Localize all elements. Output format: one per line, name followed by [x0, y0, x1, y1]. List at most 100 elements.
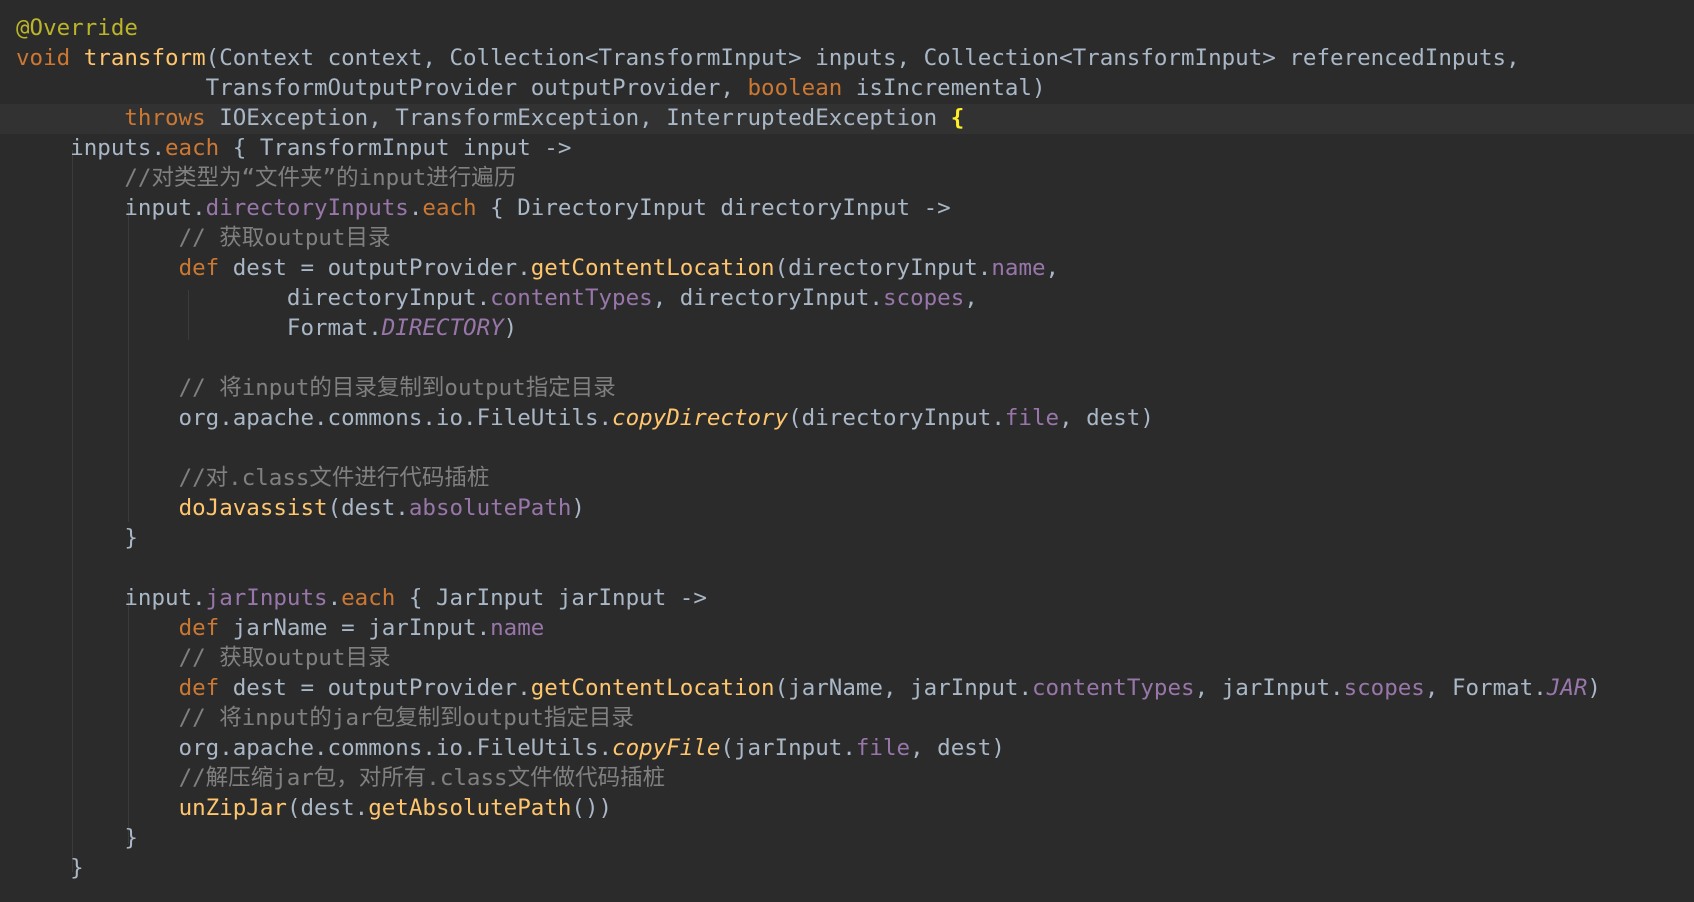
comment-token: //对.class文件进行代码插桩 [178, 465, 490, 491]
code-token: , [964, 285, 978, 311]
code-line[interactable]: // 将input的jar包复制到output指定目录 [16, 703, 1601, 733]
code-line[interactable]: Format.DIRECTORY) [16, 313, 1601, 343]
code-token: (directoryInput. [788, 405, 1005, 431]
code-line[interactable]: TransformOutputProvider outputProvider, … [16, 73, 1601, 103]
code-token: } [16, 825, 138, 851]
method-token: getContentLocation [530, 255, 775, 281]
code-line[interactable] [16, 343, 1601, 373]
code-line[interactable]: org.apache.commons.io.FileUtils.copyDire… [16, 403, 1601, 433]
code-token: ) [571, 495, 585, 521]
code-token: , directoryInput. [652, 285, 883, 311]
code-token: TransformOutputProvider outputProvider, [16, 75, 748, 101]
code-token: (directoryInput. [774, 255, 992, 281]
code-token: (jarInput. [720, 735, 856, 761]
code-editor[interactable]: @Override void transform(Context context,… [0, 0, 1694, 902]
code-token: . [408, 195, 423, 221]
matched-brace: { [950, 105, 965, 131]
keyword-token: throws [124, 105, 206, 131]
code-line[interactable]: // 将input的目录复制到output指定目录 [16, 373, 1601, 403]
keyword-token: each [422, 195, 477, 221]
comment-token: //解压缩jar包，对所有.class文件做代码插桩 [178, 765, 666, 791]
code-token: jarName = jarInput. [219, 615, 491, 641]
code-line[interactable]: } [16, 853, 1601, 883]
code-token: directoryInput. [16, 285, 491, 311]
method-token: unZipJar [178, 795, 287, 821]
property-token: directoryInputs [205, 195, 409, 221]
code-line[interactable]: inputs.each { TransformInput input -> [16, 133, 1601, 163]
code-line[interactable]: void transform(Context context, Collecti… [16, 43, 1601, 73]
static-method-token: copyDirectory [612, 405, 789, 431]
comment-token: // 将input的目录复制到output指定目录 [178, 375, 616, 401]
comment-token: //对类型为“文件夹”的input进行遍历 [124, 165, 517, 191]
code-token: (dest. [286, 795, 369, 821]
code-line[interactable]: def dest = outputProvider.getContentLoca… [16, 253, 1601, 283]
property-token: jarInputs [205, 585, 328, 611]
method-token: getContentLocation [530, 675, 775, 701]
code-token: ()) [571, 795, 613, 821]
code-token: , [1045, 255, 1060, 281]
code-line[interactable]: input.directoryInputs.each { DirectoryIn… [16, 193, 1601, 223]
code-line[interactable]: } [16, 523, 1601, 553]
code-line[interactable]: doJavassist(dest.absolutePath) [16, 493, 1601, 523]
code-token: } [16, 525, 138, 551]
code-token: (Context context, Collection<TransformIn… [205, 45, 1520, 71]
code-line[interactable]: // 获取output目录 [16, 643, 1601, 673]
code-line[interactable]: def dest = outputProvider.getContentLoca… [16, 673, 1601, 703]
code-line[interactable]: throws IOException, TransformException, … [16, 103, 1601, 133]
code-token: (jarName, jarInput. [774, 675, 1032, 701]
code-line[interactable]: //对.class文件进行代码插桩 [16, 463, 1601, 493]
keyword-token: boolean [747, 75, 843, 101]
code-line[interactable]: //对类型为“文件夹”的input进行遍历 [16, 163, 1601, 193]
code-line[interactable]: //解压缩jar包，对所有.class文件做代码插桩 [16, 763, 1601, 793]
code-line[interactable]: def jarName = jarInput.name [16, 613, 1601, 643]
property-token: name [490, 615, 545, 641]
property-token: absolutePath [408, 495, 572, 521]
code-token: org.apache.commons.io.FileUtils. [16, 735, 613, 761]
code-token: , dest) [910, 735, 1005, 761]
property-token: file [855, 735, 911, 761]
code-token: ) [503, 315, 518, 341]
comment-token: // 获取output目录 [178, 225, 391, 251]
keyword-token: def [178, 615, 220, 641]
comment-token: // 获取output目录 [178, 645, 391, 671]
code-line[interactable]: input.jarInputs.each { JarInput jarInput… [16, 583, 1601, 613]
code-token: inputs. [16, 135, 166, 161]
code-token: } [16, 855, 84, 881]
code-line[interactable] [16, 433, 1601, 463]
annotation-token: @Override [16, 15, 138, 41]
property-token: contentTypes [1032, 675, 1195, 701]
code-line[interactable]: @Override [16, 13, 1601, 43]
keyword-token: def [178, 675, 220, 701]
static-method-token: copyFile [612, 735, 721, 761]
keyword-token: each [341, 585, 396, 611]
property-token: file [1004, 405, 1060, 431]
code-token: ) [1587, 675, 1601, 701]
code-token: { DirectoryInput directoryInput -> [476, 195, 951, 221]
property-token: scopes [882, 285, 965, 311]
code-token: input. [16, 585, 206, 611]
code-line[interactable]: directoryInput.contentTypes, directoryIn… [16, 283, 1601, 313]
code-line[interactable]: } [16, 823, 1601, 853]
code-lines[interactable]: @Override void transform(Context context,… [16, 13, 1601, 883]
property-token: contentTypes [490, 285, 653, 311]
keyword-token: def [178, 255, 220, 281]
code-line[interactable]: // 获取output目录 [16, 223, 1601, 253]
code-token: , dest) [1059, 405, 1154, 431]
property-token: scopes [1343, 675, 1425, 701]
code-line[interactable]: org.apache.commons.io.FileUtils.copyFile… [16, 733, 1601, 763]
code-token: . [327, 585, 342, 611]
code-token: Format. [16, 315, 382, 341]
code-token: { JarInput jarInput -> [395, 585, 707, 611]
code-line[interactable]: unZipJar(dest.getAbsolutePath()) [16, 793, 1601, 823]
constant-token: JAR [1546, 675, 1588, 701]
code-line[interactable] [16, 553, 1601, 583]
